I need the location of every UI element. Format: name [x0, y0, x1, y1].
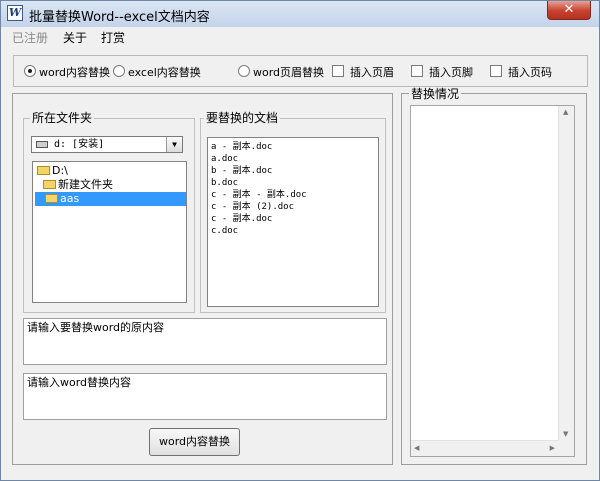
list-item[interactable]: c - 副本 - 副本.doc: [211, 189, 307, 201]
window-title: 批量替换Word--excel文档内容: [29, 10, 210, 25]
scroll-left-icon[interactable]: ◀: [414, 444, 419, 452]
replacement-text-input[interactable]: 请输入word替换内容: [23, 373, 387, 420]
folder-group-label: 所在文件夹: [30, 111, 95, 125]
folder-item-label: aas: [60, 192, 80, 205]
folder-item-label: 新建文件夹: [58, 178, 113, 191]
radio-word-header[interactable]: word页眉替换: [238, 65, 324, 80]
folder-item-new[interactable]: 新建文件夹: [43, 178, 113, 192]
menu-bar: 已注册 关于 打赏: [1, 27, 599, 47]
checkbox-box[interactable]: [490, 65, 502, 77]
checkbox-insert-page-number-label: 插入页码: [508, 66, 552, 79]
checkbox-box[interactable]: [411, 65, 423, 77]
checkbox-insert-footer[interactable]: 插入页脚: [411, 65, 473, 80]
menu-about[interactable]: 关于: [63, 29, 87, 46]
list-item[interactable]: b - 副本.doc: [211, 165, 272, 177]
close-button[interactable]: ✕: [547, 1, 591, 20]
checkbox-insert-header[interactable]: 插入页眉: [332, 65, 394, 80]
list-item[interactable]: c.doc: [211, 225, 238, 237]
folder-item-label: D:\: [52, 164, 68, 177]
list-item[interactable]: b.doc: [211, 177, 238, 189]
checkbox-insert-footer-label: 插入页脚: [429, 66, 473, 79]
list-item[interactable]: c - 副本.doc: [211, 213, 272, 225]
folder-item-root[interactable]: D:\: [37, 164, 68, 178]
radio-indicator[interactable]: [113, 65, 125, 77]
scroll-down-icon[interactable]: ▼: [563, 430, 568, 438]
open-folder-icon: [37, 166, 50, 175]
radio-word-content-label: word内容替换: [39, 66, 111, 79]
radio-excel-content[interactable]: excel内容替换: [113, 65, 201, 80]
scroll-up-icon[interactable]: ▲: [563, 108, 568, 116]
list-item[interactable]: c - 副本 (2).doc: [211, 201, 294, 213]
menu-donate[interactable]: 打赏: [101, 29, 125, 46]
folder-tree-list[interactable]: D:\ 新建文件夹 aas: [32, 161, 187, 303]
title-bar: W 批量替换Word--excel文档内容 ✕: [1, 1, 599, 27]
word-app-icon: W: [7, 5, 23, 21]
radio-word-content[interactable]: word内容替换: [24, 65, 110, 80]
scrollbar-corner: [558, 440, 574, 456]
horizontal-scrollbar[interactable]: ◀ ▶: [411, 440, 558, 456]
vertical-scrollbar[interactable]: ▲ ▼: [558, 106, 574, 440]
radio-selected-indicator[interactable]: [24, 65, 36, 77]
docs-group-label: 要替换的文档: [204, 111, 281, 125]
checkbox-insert-page-number[interactable]: 插入页码: [490, 65, 552, 80]
chevron-down-icon[interactable]: ▼: [166, 137, 182, 152]
radio-indicator[interactable]: [238, 65, 250, 77]
checkbox-box[interactable]: [332, 65, 344, 77]
documents-list[interactable]: a - 副本.doc a.doc b - 副本.doc b.doc c - 副本…: [207, 137, 379, 307]
original-text-input[interactable]: 请输入要替换word的原内容: [23, 318, 387, 365]
radio-excel-content-label: excel内容替换: [128, 66, 201, 79]
replace-button[interactable]: word内容替换: [149, 428, 240, 456]
app-window: W 批量替换Word--excel文档内容 ✕ 已注册 关于 打赏 word内容…: [0, 0, 600, 481]
radio-word-header-label: word页眉替换: [253, 66, 325, 79]
folder-item-selected[interactable]: aas: [35, 192, 186, 206]
open-folder-icon: [45, 194, 58, 203]
list-item[interactable]: a - 副本.doc: [211, 141, 272, 153]
drive-dropdown-value: d: [安装]: [54, 139, 105, 150]
result-log-box[interactable]: ▲ ▼ ◀ ▶: [410, 105, 575, 457]
hard-drive-icon: [36, 141, 48, 148]
checkbox-insert-header-label: 插入页眉: [350, 66, 394, 79]
list-item[interactable]: a.doc: [211, 153, 238, 165]
menu-registered[interactable]: 已注册: [12, 29, 48, 46]
drive-dropdown[interactable]: d: [安装] ▼: [31, 136, 183, 153]
result-group-label: 替换情况: [409, 87, 462, 101]
scroll-right-icon[interactable]: ▶: [550, 444, 555, 452]
open-folder-icon: [43, 180, 56, 189]
